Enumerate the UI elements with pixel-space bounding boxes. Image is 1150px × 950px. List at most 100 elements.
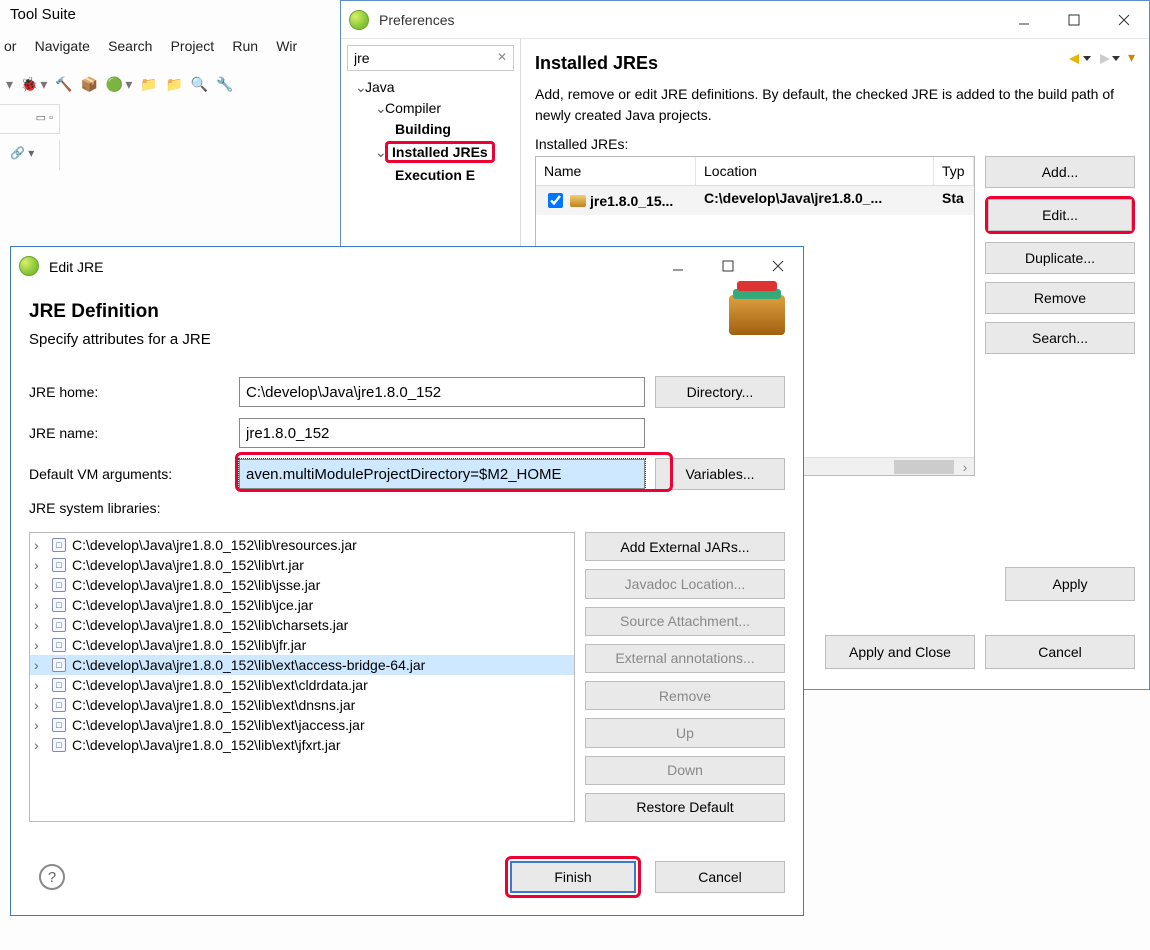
- add-button[interactable]: Add...: [985, 156, 1135, 188]
- library-item[interactable]: ›□C:\develop\Java\jre1.8.0_152\lib\resou…: [30, 535, 574, 555]
- duplicate-button[interactable]: Duplicate...: [985, 242, 1135, 274]
- library-item[interactable]: ›□C:\develop\Java\jre1.8.0_152\lib\rt.ja…: [30, 555, 574, 575]
- expand-icon[interactable]: ›: [34, 657, 46, 673]
- menu-item[interactable]: Run: [232, 38, 258, 54]
- menu-arrow-icon[interactable]: ▾: [1128, 49, 1135, 65]
- lib-up-button[interactable]: Up: [585, 718, 785, 747]
- expand-icon[interactable]: ›: [34, 557, 46, 573]
- apply-close-button[interactable]: Apply and Close: [825, 635, 975, 669]
- vm-args-input[interactable]: [239, 459, 645, 489]
- library-item[interactable]: ›□C:\develop\Java\jre1.8.0_152\lib\ext\d…: [30, 695, 574, 715]
- apply-button[interactable]: Apply: [1005, 567, 1135, 601]
- clear-search-icon[interactable]: ✕: [494, 49, 510, 65]
- menu-item[interactable]: Search: [108, 38, 152, 54]
- source-attachment-button[interactable]: Source Attachment...: [585, 607, 785, 636]
- library-books-icon: [729, 295, 785, 335]
- add-external-jars-button[interactable]: Add External JARs...: [585, 532, 785, 561]
- pref-search-input[interactable]: [347, 45, 514, 71]
- library-path: C:\develop\Java\jre1.8.0_152\lib\charset…: [72, 617, 348, 633]
- jre-home-label: JRE home:: [29, 384, 229, 400]
- menu-item[interactable]: or: [4, 38, 16, 54]
- directory-button[interactable]: Directory...: [655, 376, 785, 408]
- library-item[interactable]: ›□C:\develop\Java\jre1.8.0_152\lib\jfr.j…: [30, 635, 574, 655]
- jre-home-input[interactable]: [239, 377, 645, 407]
- lib-remove-button[interactable]: Remove: [585, 681, 785, 710]
- finish-button[interactable]: Finish: [510, 861, 636, 893]
- library-item[interactable]: › □ C:\develop\Java\jre1.8.0_152\lib\chars…: [30, 615, 574, 635]
- close-button[interactable]: [753, 247, 803, 285]
- search-button[interactable]: Search...: [985, 322, 1135, 354]
- expand-icon[interactable]: ›: [34, 577, 46, 593]
- page-description: Add, remove or edit JRE definitions. By …: [535, 84, 1135, 126]
- menu-item[interactable]: Wir: [276, 38, 297, 54]
- minimize-button[interactable]: [999, 1, 1049, 39]
- edit-jre-dialog: Edit JRE JRE Definition Specify attribut…: [10, 246, 804, 916]
- library-path: C:\develop\Java\jre1.8.0_152\lib\ext\dns…: [72, 697, 355, 713]
- menu-item[interactable]: Navigate: [35, 38, 90, 54]
- edit-button[interactable]: Edit...: [988, 199, 1132, 231]
- tree-item-building[interactable]: Building: [347, 119, 514, 139]
- expand-icon[interactable]: ›: [34, 597, 46, 613]
- library-item[interactable]: ›□C:\develop\Java\jre1.8.0_152\lib\jce.j…: [30, 595, 574, 615]
- jre-icon: [570, 195, 586, 207]
- jar-icon: □: [52, 618, 66, 632]
- library-path: C:\develop\Java\jre1.8.0_152\lib\ext\cld…: [72, 677, 368, 693]
- remove-button[interactable]: Remove: [985, 282, 1135, 314]
- pref-nav[interactable]: ▾: [1069, 49, 1135, 66]
- col-name[interactable]: Name: [536, 157, 696, 185]
- external-annotations-button[interactable]: External annotations...: [585, 644, 785, 673]
- jre-name-label: JRE name:: [29, 425, 229, 441]
- expand-icon[interactable]: ›: [34, 537, 46, 553]
- jar-icon: □: [52, 578, 66, 592]
- jre-table-row[interactable]: jre1.8.0_15... C:\develop\Java\jre1.8.0_…: [536, 186, 974, 215]
- library-path: C:\develop\Java\jre1.8.0_152\lib\jsse.ja…: [72, 577, 320, 593]
- restore-default-button[interactable]: Restore Default: [585, 793, 785, 822]
- maximize-button[interactable]: [1049, 1, 1099, 39]
- library-path: C:\develop\Java\jre1.8.0_152\lib\resourc…: [72, 537, 357, 553]
- system-libraries-list[interactable]: › □ C:\develop\Java\jre1.8.0_152\lib\resou…: [29, 532, 575, 822]
- library-item[interactable]: ›□C:\develop\Java\jre1.8.0_152\lib\ext\j…: [30, 715, 574, 735]
- jre-table-header: Name Location Typ: [536, 157, 974, 186]
- library-item[interactable]: ›□C:\develop\Java\jre1.8.0_152\lib\ext\a…: [30, 655, 574, 675]
- help-icon[interactable]: ?: [39, 864, 65, 890]
- dlg-cancel-button[interactable]: Cancel: [655, 861, 785, 893]
- library-path: C:\develop\Java\jre1.8.0_152\lib\ext\acc…: [72, 657, 425, 673]
- variables-button[interactable]: Variables...: [655, 458, 785, 490]
- library-item[interactable]: ›□C:\develop\Java\jre1.8.0_152\lib\ext\j…: [30, 735, 574, 755]
- javadoc-location-button[interactable]: Javadoc Location...: [585, 569, 785, 598]
- pref-cancel-button[interactable]: Cancel: [985, 635, 1135, 669]
- maximize-button[interactable]: [703, 247, 753, 285]
- col-type[interactable]: Typ: [934, 157, 974, 185]
- tree-item-execution-env[interactable]: Execution E: [347, 165, 514, 185]
- library-item[interactable]: › □ C:\develop\Java\jre1.8.0_152\lib\jsse.…: [30, 575, 574, 595]
- dialog-subtitle: Specify attributes for a JRE: [29, 331, 211, 348]
- ide-title: Tool Suite: [0, 0, 86, 29]
- jre-name-input[interactable]: [239, 418, 645, 448]
- expand-icon[interactable]: ›: [34, 617, 46, 633]
- library-path: C:\develop\Java\jre1.8.0_152\lib\jfr.jar: [72, 637, 306, 653]
- jre-checkbox[interactable]: [548, 193, 563, 208]
- menu-item[interactable]: Project: [171, 38, 215, 54]
- close-button[interactable]: [1099, 1, 1149, 39]
- vm-args-label: Default VM arguments:: [29, 466, 229, 482]
- minimize-icon[interactable]: ▭ ▫: [36, 111, 53, 124]
- library-item[interactable]: ›□C:\develop\Java\jre1.8.0_152\lib\ext\c…: [30, 675, 574, 695]
- expand-icon[interactable]: ›: [34, 677, 46, 693]
- ide-toolbar[interactable]: ▾ 🐞▾ 🔨 📦 🟢▾ 📁 📁 🔍 🔧: [0, 72, 340, 102]
- tree-item-compiler[interactable]: ⌄Compiler: [347, 98, 514, 119]
- back-arrow-icon[interactable]: [1069, 54, 1079, 64]
- system-libraries-label: JRE system libraries:: [29, 500, 785, 516]
- tree-item-installed-jres[interactable]: ⌄Installed JREs: [347, 139, 514, 165]
- minimize-button[interactable]: [653, 247, 703, 285]
- scrollbar-thumb[interactable]: [894, 460, 954, 474]
- expand-icon[interactable]: ›: [34, 737, 46, 753]
- forward-arrow-icon[interactable]: [1100, 54, 1110, 64]
- ide-menubar[interactable]: or Navigate Search Project Run Wir: [0, 32, 315, 61]
- expand-icon[interactable]: ›: [34, 697, 46, 713]
- expand-icon[interactable]: ›: [34, 637, 46, 653]
- expand-icon[interactable]: ›: [34, 717, 46, 733]
- col-location[interactable]: Location: [696, 157, 934, 185]
- link-icon[interactable]: 🔗 ▾: [10, 146, 34, 160]
- tree-item-java[interactable]: ⌄Java: [347, 77, 514, 98]
- lib-down-button[interactable]: Down: [585, 756, 785, 785]
